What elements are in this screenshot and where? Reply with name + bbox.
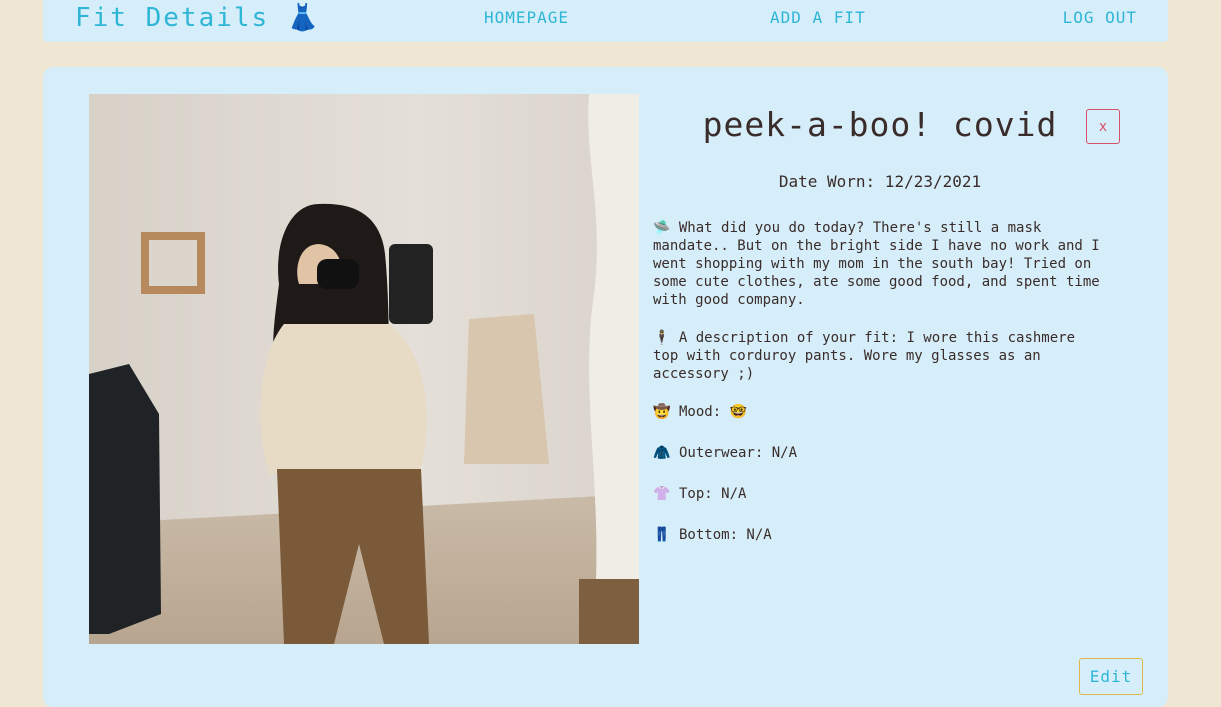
bottom-entry: 👖 Bottom: N/A xyxy=(653,526,1108,544)
coat-icon: 🧥 xyxy=(653,445,671,461)
date-worn: Date Worn: 12/23/2021 xyxy=(778,172,982,191)
levitating-man-icon: 🕴 xyxy=(653,330,671,346)
nav-add-fit-link[interactable]: ADD A FIT xyxy=(770,8,866,27)
fit-title: peek-a-boo! covid xyxy=(702,105,1058,144)
ufo-icon: 🛸 xyxy=(653,220,671,236)
today-entry: 🛸 What did you do today? There's still a… xyxy=(653,219,1108,309)
blouse-icon: 👚 xyxy=(653,486,671,502)
description-text: A description of your fit: I wore this c… xyxy=(653,330,1076,382)
cowboy-face-icon: 🤠 xyxy=(653,404,671,420)
mood-entry: 🤠 Mood: 🤓 xyxy=(653,403,1108,421)
bottom-text: Bottom: N/A xyxy=(679,527,772,543)
top-text: Top: N/A xyxy=(679,486,747,502)
fit-details: 🛸 What did you do today? There's still a… xyxy=(653,219,1108,567)
edit-button[interactable]: Edit xyxy=(1079,658,1143,695)
navbar: Fit Details 👗 HOMEPAGE ADD A FIT LOG OUT xyxy=(43,0,1168,42)
top-entry: 👚 Top: N/A xyxy=(653,485,1108,503)
description-entry: 🕴 A description of your fit: I wore this… xyxy=(653,329,1108,383)
mood-text: Mood: 🤓 xyxy=(679,404,748,420)
outfit-photo xyxy=(89,94,639,644)
nav-homepage-link[interactable]: HOMEPAGE xyxy=(484,8,569,27)
jeans-icon: 👖 xyxy=(653,527,671,543)
brand-title[interactable]: Fit Details 👗 xyxy=(75,0,321,36)
delete-button[interactable]: x xyxy=(1086,109,1120,144)
fit-detail-card: peek-a-boo! covid x Date Worn: 12/23/202… xyxy=(43,67,1168,707)
nav-logout-link[interactable]: LOG OUT xyxy=(1063,8,1137,27)
today-text: What did you do today? There's still a m… xyxy=(653,220,1100,308)
outerwear-entry: 🧥 Outerwear: N/A xyxy=(653,444,1108,462)
outerwear-text: Outerwear: N/A xyxy=(679,445,798,461)
